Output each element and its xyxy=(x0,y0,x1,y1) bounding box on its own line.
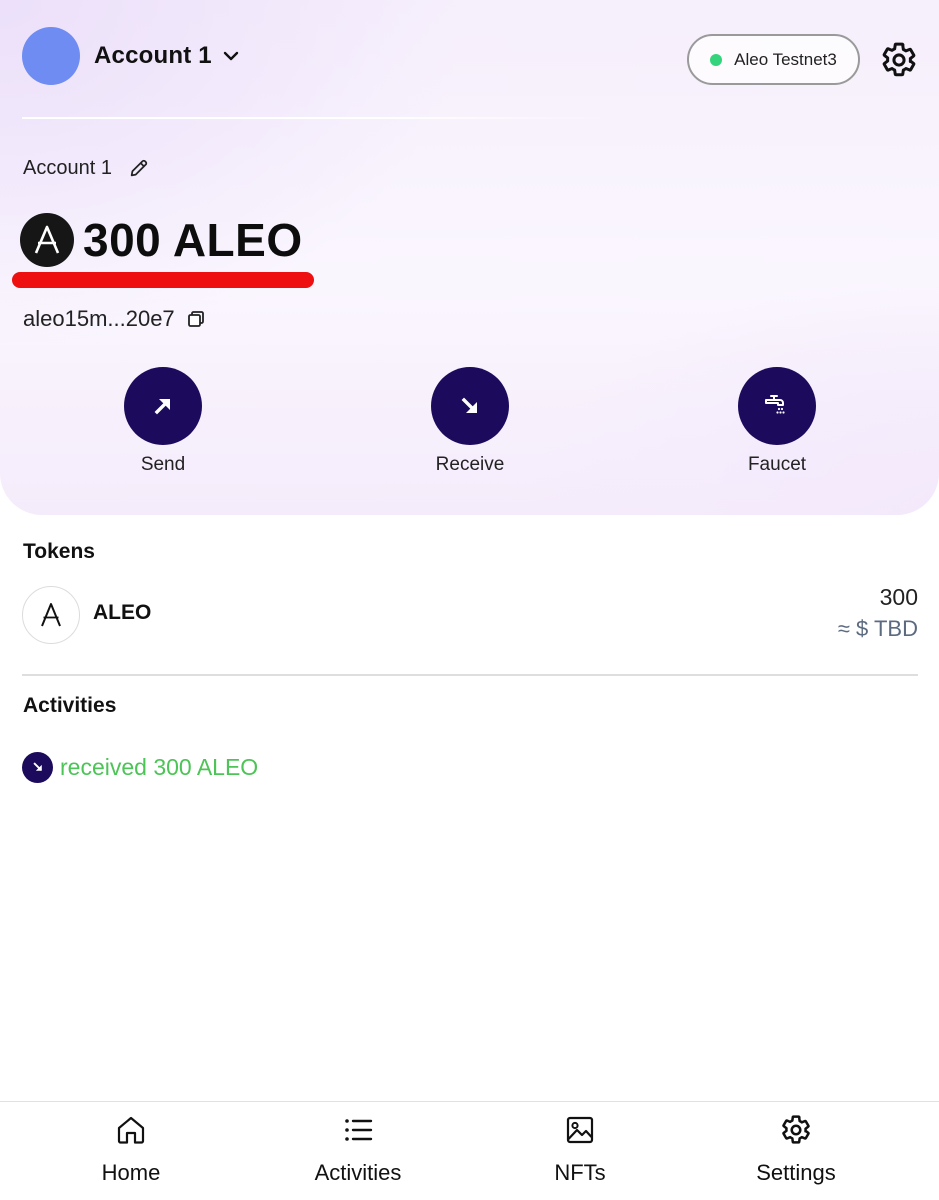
gear-icon[interactable] xyxy=(880,41,918,79)
aleo-token-icon xyxy=(22,586,80,644)
section-divider xyxy=(22,674,918,676)
token-row-aleo[interactable]: ALEO 300 ≈ $ TBD xyxy=(22,584,918,646)
nav-activities-label: Activities xyxy=(314,1160,402,1185)
account-label: Account 1 xyxy=(23,156,112,179)
nav-settings-label: Settings xyxy=(756,1160,836,1185)
account-hero-card: Account 1 Aleo Testnet3 Account 1 300 AL… xyxy=(0,0,939,515)
home-icon xyxy=(117,1116,145,1144)
activity-item[interactable]: received 300 ALEO xyxy=(22,751,258,783)
balance-row: 300 ALEO xyxy=(20,212,303,268)
faucet-button[interactable]: Faucet xyxy=(707,367,847,476)
faucet-label: Faucet xyxy=(747,454,807,475)
token-fiat-value: ≈ $ TBD xyxy=(837,616,918,641)
token-amount: 300 xyxy=(879,584,918,610)
wallet-home-screen: Account 1 Aleo Testnet3 Account 1 300 AL… xyxy=(0,0,939,1200)
network-status-dot xyxy=(710,53,723,66)
token-symbol: ALEO xyxy=(93,601,152,624)
network-name: Aleo Testnet3 xyxy=(734,49,837,69)
balance-amount: 300 ALEO xyxy=(83,214,303,266)
hero-divider xyxy=(22,117,612,119)
faucet-icon xyxy=(765,395,785,414)
list-icon xyxy=(345,1119,373,1141)
gear-icon xyxy=(782,1115,810,1144)
activities-heading: Activities xyxy=(23,694,117,717)
receive-label: Receive xyxy=(435,454,505,475)
account-switcher-name: Account 1 xyxy=(94,42,212,69)
faucet-button-circle xyxy=(738,367,816,445)
nav-home-label: Home xyxy=(101,1160,161,1185)
send-button-circle xyxy=(124,367,202,445)
nav-home[interactable]: Home xyxy=(51,1114,211,1186)
arrow-up-right-icon xyxy=(154,399,170,415)
arrow-down-right-icon xyxy=(22,751,53,783)
avatar[interactable] xyxy=(22,27,80,85)
address-row: aleo15m...20e7 xyxy=(23,303,205,335)
highlight-underline xyxy=(12,272,314,288)
send-button[interactable]: Send xyxy=(93,367,233,476)
nav-nfts-label: NFTs xyxy=(554,1160,606,1185)
account-switcher[interactable]: Account 1 xyxy=(94,38,240,74)
account-label-row: Account 1 xyxy=(23,154,150,182)
tokens-heading: Tokens xyxy=(23,540,95,563)
receive-button[interactable]: Receive xyxy=(400,367,540,476)
arrow-down-right-icon xyxy=(461,397,477,413)
image-icon xyxy=(566,1116,594,1144)
bottom-nav: Home Activities NFTs Settings xyxy=(0,1101,939,1200)
pencil-icon[interactable] xyxy=(128,157,150,179)
account-address: aleo15m...20e7 xyxy=(23,306,175,331)
copy-icon[interactable] xyxy=(187,310,205,328)
nav-nfts[interactable]: NFTs xyxy=(500,1114,660,1186)
chevron-down-icon xyxy=(223,51,239,61)
network-selector[interactable]: Aleo Testnet3 xyxy=(687,34,860,85)
nav-settings[interactable]: Settings xyxy=(716,1114,876,1186)
nav-activities[interactable]: Activities xyxy=(278,1114,438,1186)
send-label: Send xyxy=(140,454,186,475)
activity-text: received 300 ALEO xyxy=(60,753,259,780)
aleo-logo-icon xyxy=(20,213,74,267)
receive-button-circle xyxy=(431,367,509,445)
